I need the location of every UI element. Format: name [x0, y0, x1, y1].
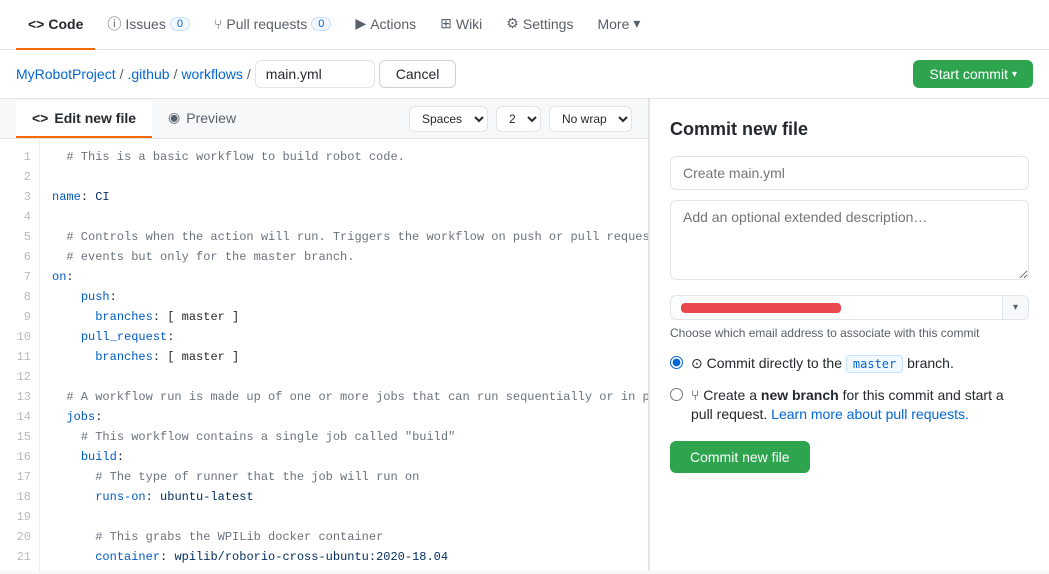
nav-wiki[interactable]: ⊞ Wiki — [428, 0, 494, 50]
nav-settings[interactable]: ⚙ Settings — [494, 0, 585, 50]
learn-more-link[interactable]: Learn more about pull requests. — [771, 406, 969, 422]
breadcrumb-project[interactable]: MyRobotProject — [16, 66, 116, 82]
radio-new-branch-pull-text: pull request. — [691, 406, 771, 422]
issues-badge: 0 — [170, 17, 190, 31]
cancel-button[interactable]: Cancel — [379, 60, 457, 88]
wiki-icon: ⊞ — [440, 15, 452, 32]
breadcrumb-workflows[interactable]: workflows — [181, 66, 242, 82]
commit-new-file-button[interactable]: Commit new file — [670, 441, 810, 473]
radio-new-branch-icon: ⑂ — [691, 387, 703, 403]
filename-input[interactable] — [255, 60, 375, 88]
radio-new-branch-label: ⑂ Create a new branch for this commit an… — [691, 386, 1004, 425]
settings-icon: ⚙ — [506, 15, 519, 32]
code-editor[interactable]: # This is a basic workflow to build robo… — [40, 139, 648, 571]
tab-preview[interactable]: ◉ Preview — [152, 99, 252, 138]
radio-new-branch-text: Create a — [703, 387, 761, 403]
radio-direct-suffix: branch. — [907, 355, 954, 371]
email-hint: Choose which email address to associate … — [670, 326, 1029, 340]
actions-icon: ▶ — [355, 15, 366, 32]
breadcrumb-sep1: / — [120, 66, 124, 82]
tab-edit-new-file[interactable]: <> Edit new file — [16, 100, 152, 138]
email-redacted-bar — [681, 303, 841, 313]
start-commit-chevron: ▾ — [1012, 69, 1017, 80]
start-commit-button[interactable]: Start commit ▾ — [913, 60, 1033, 88]
nav-issues-label: Issues — [125, 16, 165, 32]
radio-new-branch-input[interactable] — [670, 388, 683, 401]
editor-toolbar: <> Edit new file ◉ Preview Spaces 2 No w… — [0, 99, 648, 139]
top-navigation: <> Code ⓘ Issues 0 ⑂ Pull requests 0 ▶ A… — [0, 0, 1049, 50]
radio-direct-label: ⊙ Commit directly to the master branch. — [691, 354, 954, 374]
radio-direct-input[interactable] — [670, 356, 683, 369]
nav-actions-label: Actions — [370, 16, 416, 32]
start-commit-label: Start commit — [929, 66, 1008, 82]
breadcrumb-bar: MyRobotProject / .github / workflows / C… — [0, 50, 1049, 99]
nav-wiki-label: Wiki — [456, 16, 482, 32]
editor-panel: <> Edit new file ◉ Preview Spaces 2 No w… — [0, 99, 649, 571]
nav-more-label: More — [597, 16, 629, 32]
issues-icon: ⓘ — [107, 14, 121, 34]
breadcrumb: MyRobotProject / .github / workflows / C… — [16, 60, 456, 88]
indent-size-select[interactable]: 2 — [496, 106, 541, 132]
nav-more[interactable]: More ▾ — [585, 0, 652, 50]
nav-actions[interactable]: ▶ Actions — [343, 0, 428, 50]
radio-new-branch[interactable]: ⑂ Create a new branch for this commit an… — [670, 386, 1029, 425]
breadcrumb-sep3: / — [247, 66, 251, 82]
radio-new-branch-suffix: for this commit and start a — [843, 387, 1004, 403]
preview-tab-label: Preview — [186, 110, 236, 126]
line-numbers: 12345 678910 1112131415 1617181920 2122 — [0, 139, 40, 571]
radio-direct-branch[interactable]: ⊙ Commit directly to the master branch. — [670, 354, 1029, 374]
nav-issues[interactable]: ⓘ Issues 0 — [95, 0, 202, 50]
branch-badge: master — [846, 355, 903, 373]
pull-requests-badge: 0 — [311, 17, 331, 31]
nav-code-label: Code — [48, 16, 83, 32]
radio-new-branch-bold: new branch — [761, 387, 839, 403]
commit-message-input[interactable] — [670, 156, 1029, 190]
commit-panel: Commit new file ▾ Choose which email add… — [649, 99, 1049, 571]
radio-group: ⊙ Commit directly to the master branch. … — [670, 354, 1029, 425]
commit-description-input[interactable] — [670, 200, 1029, 280]
edit-tab-label: Edit new file — [54, 110, 136, 126]
edit-icon: <> — [32, 110, 48, 126]
email-select-container: ▾ — [670, 295, 1029, 320]
indent-type-select[interactable]: Spaces — [409, 106, 488, 132]
more-chevron-icon: ▾ — [633, 15, 640, 32]
pull-request-icon: ⑂ — [214, 16, 222, 32]
nav-pull-requests-label: Pull requests — [226, 16, 307, 32]
email-select-chevron-icon: ▾ — [1002, 296, 1028, 319]
wrap-select[interactable]: No wrap — [549, 106, 632, 132]
nav-code[interactable]: <> Code — [16, 0, 95, 50]
preview-icon: ◉ — [168, 109, 180, 126]
editor-body[interactable]: 12345 678910 1112131415 1617181920 2122 … — [0, 139, 648, 571]
breadcrumb-sep2: / — [174, 66, 178, 82]
nav-settings-label: Settings — [523, 16, 574, 32]
editor-options: Spaces 2 No wrap — [409, 106, 632, 132]
main-area: <> Edit new file ◉ Preview Spaces 2 No w… — [0, 99, 1049, 571]
commit-panel-title: Commit new file — [670, 119, 1029, 140]
nav-pull-requests[interactable]: ⑂ Pull requests 0 — [202, 0, 343, 50]
radio-direct-text: ⊙ Commit directly to the — [691, 355, 846, 371]
breadcrumb-github[interactable]: .github — [127, 66, 169, 82]
code-icon: <> — [28, 16, 44, 32]
